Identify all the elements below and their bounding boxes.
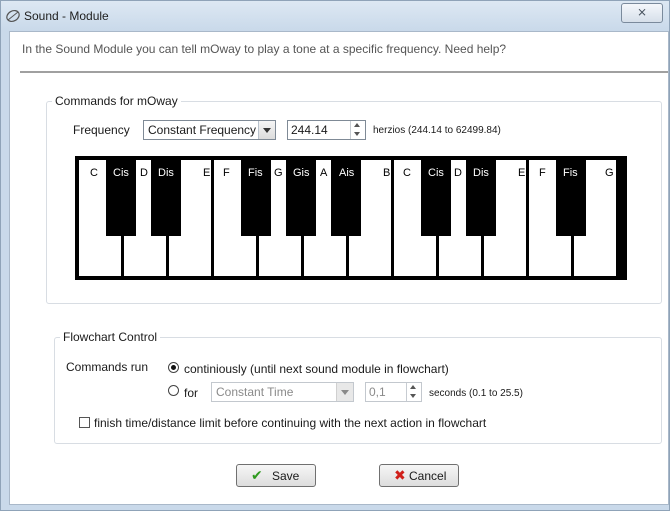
key-label-c2: C [403, 167, 411, 179]
key-label-d2: D [454, 167, 462, 179]
frequency-mode-dropdown[interactable]: Constant Frequency [143, 120, 276, 140]
key-label-dis: Dis [158, 167, 174, 179]
chevron-down-icon[interactable] [258, 121, 275, 139]
spin-up-icon[interactable] [351, 121, 365, 130]
key-label-ais: Ais [339, 167, 355, 179]
intro-help-text[interactable]: In the Sound Module you can tell mOway t… [22, 42, 506, 56]
module-icon [6, 9, 20, 23]
spinner-buttons[interactable] [406, 383, 421, 401]
key-label-e2: E [518, 167, 526, 179]
time-mode-value: Constant Time [216, 385, 294, 399]
spin-down-icon[interactable] [407, 392, 421, 401]
cancel-label: Cancel [409, 469, 447, 483]
key-label-cis2: Cis [428, 167, 444, 179]
divider [20, 71, 668, 73]
key-label-g2: G [605, 167, 614, 179]
time-spinner[interactable]: 0,1 [365, 382, 422, 402]
chevron-down-icon[interactable] [336, 383, 353, 401]
frequency-mode-value: Constant Frequency [148, 123, 257, 137]
key-label-f: F [223, 167, 230, 179]
time-unit-label: seconds (0.1 to 25.5) [429, 388, 523, 399]
frequency-spinner[interactable]: 244.14 [287, 120, 366, 140]
save-button[interactable]: ✔ Save [236, 464, 316, 487]
checkmark-icon: ✔ [251, 467, 263, 483]
key-label-b: B [383, 167, 391, 179]
spinner-buttons[interactable] [350, 121, 365, 139]
title-bar[interactable]: Sound - Module ⨯ [1, 1, 669, 31]
piano-keyboard: C D E F G A B C D E F G Cis Dis Fis Gis … [75, 156, 627, 280]
finish-limit-checkbox[interactable] [79, 417, 90, 428]
cross-icon: ✖ [394, 467, 406, 483]
save-label: Save [272, 469, 300, 483]
time-value: 0,1 [369, 385, 386, 399]
finish-limit-label[interactable]: finish time/distance limit before contin… [94, 416, 486, 430]
commands-run-label: Commands run [66, 360, 149, 374]
key-label-d: D [140, 167, 148, 179]
for-option-label[interactable]: for [184, 386, 198, 400]
spin-down-icon[interactable] [351, 130, 365, 139]
close-icon: ⨯ [636, 5, 648, 19]
frequency-value: 244.14 [291, 123, 328, 137]
key-label-cis: Cis [113, 167, 129, 179]
frequency-unit-label: herzios (244.14 to 62499.84) [373, 125, 501, 136]
key-label-fis2: Fis [563, 167, 578, 179]
for-time-radio[interactable] [168, 385, 179, 396]
sound-module-window: Sound - Module ⨯ In the Sound Module you… [0, 0, 670, 511]
key-label-a: A [320, 167, 328, 179]
key-label-g: G [274, 167, 283, 179]
key-label-c: C [90, 167, 98, 179]
key-label-gis: Gis [293, 167, 310, 179]
close-button[interactable]: ⨯ [621, 3, 663, 23]
key-label-f2: F [539, 167, 546, 179]
key-label-e: E [203, 167, 211, 179]
continuous-option-label[interactable]: continiously (until next sound module in… [184, 362, 449, 376]
flowchart-legend: Flowchart Control [60, 330, 161, 344]
key-label-dis2: Dis [473, 167, 489, 179]
continuous-radio[interactable] [168, 362, 179, 373]
dialog-client-area: In the Sound Module you can tell mOway t… [9, 31, 669, 505]
window-title: Sound - Module [24, 9, 109, 23]
key-label-fis: Fis [248, 167, 263, 179]
commands-legend: Commands for mOway [52, 94, 181, 108]
cancel-button[interactable]: ✖ Cancel [379, 464, 459, 487]
time-mode-dropdown[interactable]: Constant Time [211, 382, 354, 402]
frequency-label: Frequency [73, 123, 130, 137]
spin-up-icon[interactable] [407, 383, 421, 392]
